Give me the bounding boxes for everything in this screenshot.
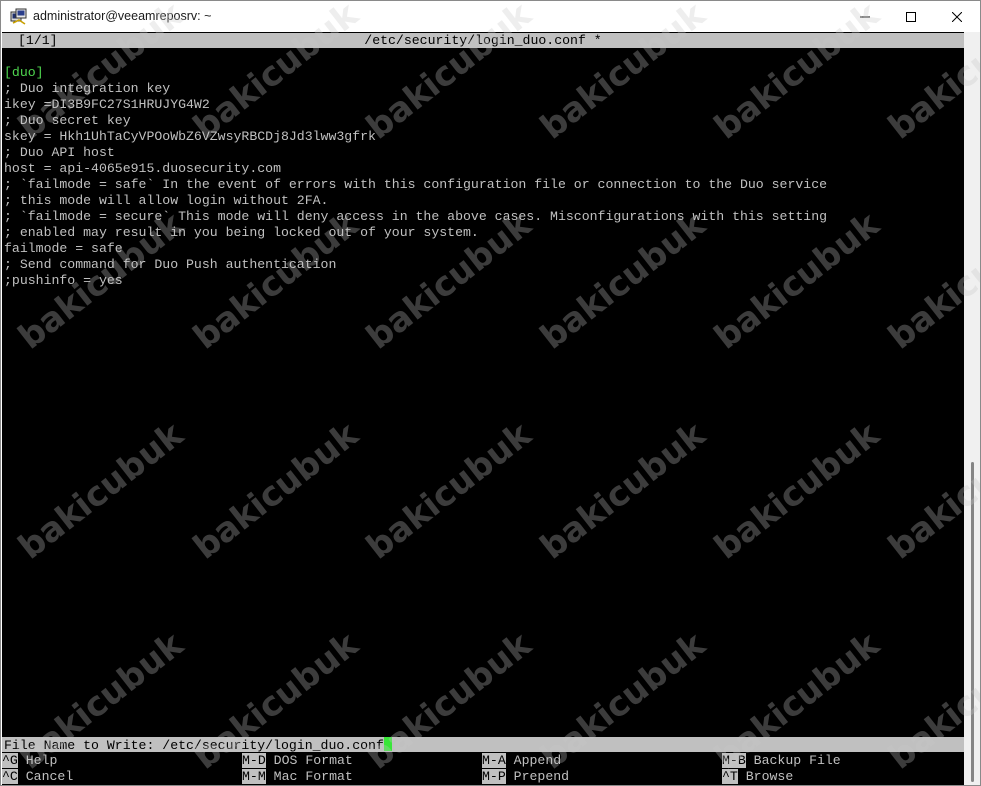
shortcut-help[interactable]: ^G Help <box>2 753 57 769</box>
vertical-scrollbar[interactable] <box>964 32 980 785</box>
editor-line: ;pushinfo = yes <box>4 273 123 288</box>
editor-line: failmode = safe <box>4 241 123 256</box>
shortcut-browse[interactable]: ^T Browse <box>722 769 793 785</box>
editor-line: ; Send command for Duo Push authenticati… <box>4 257 337 272</box>
nano-header-bar: /etc/security/login_duo.conf * [1/1] <box>2 33 964 48</box>
save-prompt-bar: File Name to Write: /etc/security/login_… <box>2 737 964 753</box>
nano-filename: /etc/security/login_duo.conf * <box>364 33 602 48</box>
shortcut-key: ^T <box>722 769 738 784</box>
editor-line: ; Duo API host <box>4 145 115 160</box>
shortcut-key: M-M <box>242 769 266 784</box>
shortcut-key: M-B <box>722 753 746 768</box>
maximize-icon <box>906 11 916 22</box>
shortcut-key: M-P <box>482 769 506 784</box>
window-title: administrator@veeamreposrv: ~ <box>33 9 212 23</box>
close-icon <box>952 11 962 22</box>
minimize-button[interactable] <box>842 1 888 32</box>
shortcut-dos-format[interactable]: M-D DOS Format <box>242 753 353 769</box>
section-header-line: [duo] <box>4 65 44 80</box>
shortcut-key: ^G <box>2 753 18 768</box>
shortcut-append[interactable]: M-A Append <box>482 753 561 769</box>
shortcut-row-2: ^C Cancel M-M Mac Format M-P Prepend ^T … <box>2 769 964 785</box>
close-button[interactable] <box>934 1 980 32</box>
editor-line: ; this mode will allow login without 2FA… <box>4 193 329 208</box>
shortcut-backup-file[interactable]: M-B Backup File <box>722 753 841 769</box>
shortcut-row-1: ^G Help M-D DOS Format M-A Append M-B Ba… <box>2 753 964 769</box>
shortcut-label: Prepend <box>513 769 570 784</box>
nano-buffer-position: [1/1] <box>18 33 58 48</box>
minimize-icon <box>860 16 870 17</box>
editor-line: ; enabled may result in you being locked… <box>4 225 479 240</box>
shortcut-label: DOS Format <box>273 753 353 768</box>
save-prompt[interactable]: File Name to Write: /etc/security/login_… <box>4 737 392 753</box>
title-bar[interactable]: administrator@veeamreposrv: ~ <box>1 1 980 32</box>
shortcut-label: Help <box>25 753 58 768</box>
shortcut-key: M-D <box>242 753 266 768</box>
shortcut-prepend[interactable]: M-P Prepend <box>482 769 569 785</box>
terminal-area[interactable]: /etc/security/login_duo.conf * [1/1] [du… <box>2 32 964 785</box>
editor-line: ; Duo integration key <box>4 81 171 96</box>
maximize-button[interactable] <box>888 1 934 32</box>
editor-line: ; `failmode = safe` In the event of erro… <box>4 177 828 192</box>
save-prompt-label: File Name to Write: <box>4 738 163 753</box>
editor-line: skey = Hkh1UhTaCyVPOoWbZ6VZwsyRBCDj8Jd3l… <box>4 129 376 144</box>
shortcut-mac-format[interactable]: M-M Mac Format <box>242 769 353 785</box>
putty-icon <box>10 8 27 25</box>
shortcut-key: M-A <box>482 753 506 768</box>
editor-line: ikey =DI3B9FC27S1HRUJYG4W2 <box>4 97 210 112</box>
filename-input[interactable]: /etc/security/login_duo.conf <box>162 738 384 753</box>
shortcut-label: Browse <box>745 769 794 784</box>
shortcut-label: Mac Format <box>273 769 353 784</box>
editor-line: host = api-4065e915.duosecurity.com <box>4 161 281 176</box>
shortcut-cancel[interactable]: ^C Cancel <box>2 769 73 785</box>
scrollbar-thumb[interactable] <box>971 462 974 782</box>
shortcut-label: Cancel <box>25 769 74 784</box>
editor-line: ; `failmode = secure` This mode will den… <box>4 209 828 224</box>
shortcut-label: Backup File <box>753 753 841 768</box>
shortcut-key: ^C <box>2 769 18 784</box>
shortcut-label: Append <box>513 753 562 768</box>
terminal-window: administrator@veeamreposrv: ~ /etc/secur… <box>0 0 981 786</box>
editor-line: ; Duo secret key <box>4 113 131 128</box>
text-cursor <box>383 737 392 751</box>
